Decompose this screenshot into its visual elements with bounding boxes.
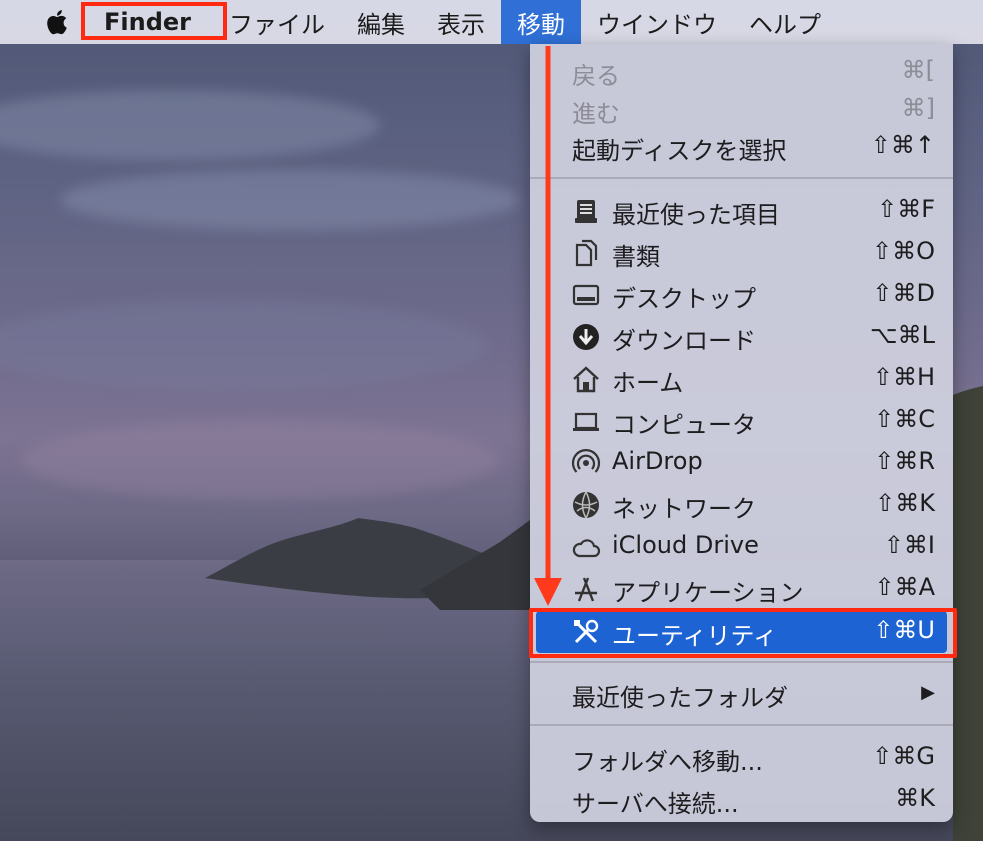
- shortcut: ⌥⌘L: [869, 321, 935, 349]
- documents-icon: [575, 239, 598, 267]
- icloud-icon: [572, 539, 601, 558]
- shortcut: ⇧⌘↑: [870, 131, 935, 159]
- menu-item-label: 進む: [572, 100, 620, 128]
- menu-item-label: 最近使った項目: [612, 201, 780, 229]
- menu-item-airdrop[interactable]: AirDrop ⇧⌘R: [530, 442, 953, 484]
- menu-item-network[interactable]: ネットワーク ⇧⌘K: [530, 484, 953, 526]
- shortcut: ⇧⌘K: [875, 489, 935, 517]
- apple-icon: [47, 10, 67, 35]
- shortcut: ⌘[: [901, 56, 935, 84]
- menu-item-label: 戻る: [572, 62, 620, 90]
- menu-item-applications[interactable]: アプリケーション ⇧⌘A: [530, 568, 953, 610]
- menu-view[interactable]: 表示: [421, 0, 501, 44]
- menu-item-icloud-drive[interactable]: iCloud Drive ⇧⌘I: [530, 526, 953, 568]
- shortcut: ⌘]: [901, 94, 935, 122]
- home-icon: [573, 366, 599, 393]
- desktop-icon: [572, 284, 600, 306]
- menu-item-label: ホーム: [612, 369, 684, 397]
- shortcut: ⇧⌘R: [874, 447, 935, 475]
- shortcut: ⇧⌘A: [874, 573, 935, 601]
- menu-item-forward[interactable]: 進む ⌘]: [530, 89, 953, 131]
- menu-item-downloads[interactable]: ダウンロード ⌥⌘L: [530, 316, 953, 358]
- menu-item-label: 起動ディスクを選択: [572, 137, 787, 165]
- menu-item-home[interactable]: ホーム ⇧⌘H: [530, 358, 953, 400]
- menu-item-go-to-folder[interactable]: フォルダへ移動... ⇧⌘G: [530, 737, 953, 779]
- menu-item-back[interactable]: 戻る ⌘[: [530, 51, 953, 93]
- menu-go[interactable]: 移動: [501, 0, 581, 44]
- menu-item-computer[interactable]: コンピュータ ⇧⌘C: [530, 400, 953, 442]
- menu-item-label: iCloud Drive: [612, 531, 759, 559]
- menu-item-recents[interactable]: 最近使った項目 ⇧⌘F: [530, 190, 953, 232]
- menu-item-label: アプリケーション: [612, 579, 804, 607]
- shortcut: ⇧⌘I: [883, 531, 935, 559]
- go-menu: 戻る ⌘[ 進む ⌘] 起動ディスクを選択 ⇧⌘↑ 最近使った項目 ⇧⌘F 書類…: [530, 44, 953, 822]
- apple-menu[interactable]: [36, 0, 76, 44]
- menu-separator: [530, 177, 953, 179]
- computer-icon: [573, 412, 599, 431]
- menu-item-label: AirDrop: [612, 447, 703, 475]
- menu-item-label: 最近使ったフォルダ: [572, 684, 788, 712]
- annotation-box-finder: [81, 2, 227, 40]
- menu-separator: [530, 661, 953, 663]
- annotation-box-utilities: [529, 608, 957, 658]
- shortcut: ⇧⌘G: [872, 742, 935, 770]
- shortcut: ⇧⌘O: [872, 237, 935, 265]
- menu-item-label: サーバへ接続...: [572, 790, 739, 818]
- menu-window[interactable]: ウインドウ: [581, 0, 733, 44]
- menu-item-documents[interactable]: 書類 ⇧⌘O: [530, 232, 953, 274]
- shortcut: ⇧⌘D: [872, 279, 935, 307]
- menu-item-connect-to-server[interactable]: サーバへ接続... ⌘K: [530, 779, 953, 821]
- shortcut: ⇧⌘F: [877, 195, 935, 223]
- menu-file[interactable]: ファイル: [213, 0, 341, 44]
- submenu-arrow-icon: ▶: [921, 682, 935, 703]
- menu-item-recent-folders[interactable]: 最近使ったフォルダ ▶: [530, 673, 953, 715]
- menu-item-label: ダウンロード: [612, 327, 756, 355]
- menu-item-label: コンピュータ: [612, 411, 756, 439]
- network-icon: [573, 491, 599, 519]
- menu-item-label: 書類: [612, 243, 660, 271]
- menu-edit[interactable]: 編集: [341, 0, 421, 44]
- menu-separator: [530, 724, 953, 726]
- menu-help[interactable]: ヘルプ: [733, 0, 837, 44]
- applications-icon: [575, 577, 597, 602]
- shortcut: ⌘K: [895, 784, 935, 812]
- shortcut: ⇧⌘C: [874, 405, 935, 433]
- airdrop-icon: [571, 449, 601, 473]
- shortcut: ⇧⌘H: [872, 363, 935, 391]
- downloads-icon: [573, 324, 599, 350]
- menu-item-label: フォルダへ移動...: [572, 748, 763, 776]
- recents-icon: [575, 200, 597, 223]
- menu-item-label: ネットワーク: [612, 495, 756, 523]
- menu-item-label: デスクトップ: [612, 285, 756, 313]
- menu-item-desktop[interactable]: デスクトップ ⇧⌘D: [530, 274, 953, 316]
- menu-item-startup-disk[interactable]: 起動ディスクを選択 ⇧⌘↑: [530, 126, 953, 168]
